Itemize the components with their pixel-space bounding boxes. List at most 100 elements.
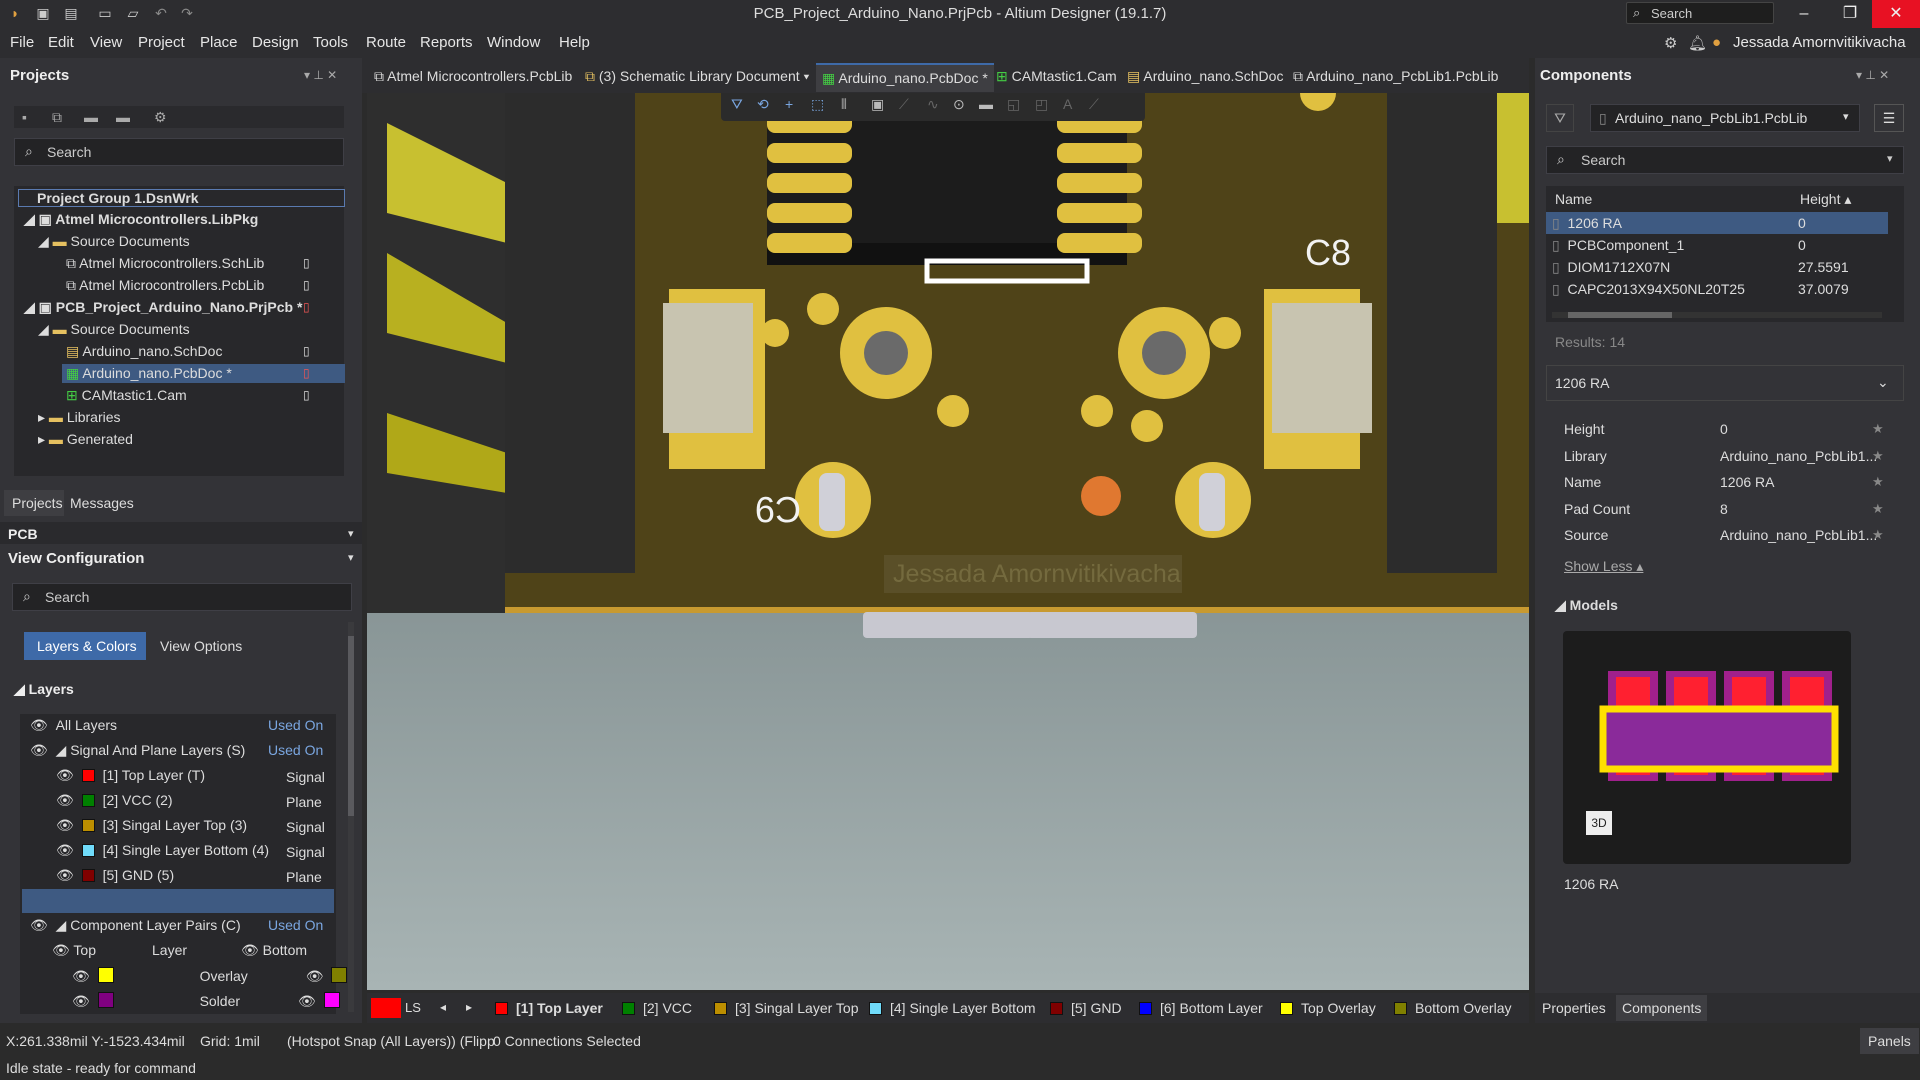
select-icon[interactable]: ⬚: [811, 96, 824, 113]
panel-menu-icon[interactable]: ▾ ⊥ ✕: [304, 68, 337, 82]
panels-button[interactable]: Panels: [1860, 1028, 1919, 1054]
menu-file[interactable]: File: [10, 34, 34, 51]
top-color-swatch[interactable]: [97, 992, 114, 1008]
models-section-header[interactable]: ◢ Models: [1555, 597, 1618, 614]
filter-icon[interactable]: ⛛: [1546, 104, 1574, 132]
settings-gear-icon[interactable]: ⚙: [1664, 34, 1677, 52]
component-pair-row[interactable]: 👁︎ Solder 👁︎: [72, 992, 348, 1010]
tab-view-options[interactable]: View Options: [160, 638, 242, 654]
panel-menu-icon[interactable]: ▾ ⊥ ✕: [1856, 68, 1889, 82]
layer-color-swatch[interactable]: [81, 769, 95, 782]
tree-item-schdoc[interactable]: ▤ Arduino_nano.SchDoc: [66, 343, 222, 360]
polygon-icon[interactable]: ◱: [1007, 96, 1020, 113]
minimize-button[interactable]: –: [1780, 0, 1828, 28]
tab-atmel-pcblib[interactable]: ⧉ Atmel Microcontrollers.PcbLib: [374, 68, 572, 85]
menu-view[interactable]: View: [90, 34, 122, 51]
diff-pair-icon[interactable]: ∿: [927, 96, 939, 113]
align-icon[interactable]: ⫴: [841, 96, 847, 113]
menu-hamburger-icon[interactable]: ☰: [1874, 104, 1904, 132]
scroll-left-icon[interactable]: ◂: [440, 1000, 446, 1014]
tree-item-generated[interactable]: ▸ ▬ Generated: [38, 431, 133, 448]
3d-toggle-badge[interactable]: 3D: [1586, 811, 1612, 835]
tab-camtastic[interactable]: ⊞ CAMtastic1.Cam: [996, 68, 1117, 85]
bottom-color-swatch[interactable]: [331, 967, 348, 983]
route-icon[interactable]: ⟲: [757, 96, 769, 113]
scrollbar-thumb[interactable]: [348, 636, 354, 816]
eye-icon[interactable]: 👁︎: [56, 842, 74, 858]
layer-color-swatch[interactable]: [81, 794, 95, 807]
fill-icon[interactable]: ▬: [979, 96, 993, 112]
tree-item-prjpcb[interactable]: ◢ ▣ PCB_Project_Arduino_Nano.PrjPcb *: [24, 299, 302, 316]
favorite-star-icon[interactable]: ★: [1872, 527, 1884, 543]
user-name[interactable]: Jessada Amornvitikivacha: [1733, 34, 1906, 51]
line-icon[interactable]: ⟋: [1089, 96, 1099, 113]
layer-tab[interactable]: [1] Top Layer: [495, 1000, 603, 1016]
menu-route[interactable]: Route: [366, 34, 406, 51]
bottom-color-swatch[interactable]: [323, 992, 340, 1008]
collapse-chevron-icon[interactable]: ⌄: [1877, 374, 1889, 391]
table-hscrollbar[interactable]: [1552, 312, 1882, 318]
grid-setting[interactable]: Grid: 1mil: [200, 1033, 260, 1049]
filter-icon[interactable]: ⛛: [731, 96, 743, 113]
favorite-star-icon[interactable]: ★: [1872, 448, 1884, 464]
notifications-bell-icon[interactable]: 🔔︎: [1688, 34, 1707, 52]
favorite-star-icon[interactable]: ★: [1872, 501, 1884, 517]
favorite-star-icon[interactable]: ★: [1872, 421, 1884, 437]
layer-tab[interactable]: [6] Bottom Layer: [1139, 1000, 1263, 1016]
pcb-3d-canvas[interactable]: C8 C9 Jessada Amornvitikivacha ⛛ ⟲ + ⬚ ⫴…: [367, 93, 1529, 990]
chevron-down-icon[interactable]: ▾: [348, 527, 354, 540]
top-color-swatch[interactable]: [97, 967, 114, 983]
menu-project[interactable]: Project: [138, 34, 185, 51]
components-search-input[interactable]: ⌕ Search ▾: [1546, 146, 1904, 174]
layer-tab[interactable]: Top Overlay: [1280, 1000, 1376, 1016]
show-less-link[interactable]: Show Less ▴: [1564, 558, 1643, 575]
tree-item-libpkg[interactable]: ◢ ▣ Atmel Microcontrollers.LibPkg: [24, 211, 258, 228]
menu-place[interactable]: Place: [200, 34, 238, 51]
eye-icon[interactable]: 👁︎: [56, 792, 74, 808]
dimension-icon[interactable]: ◰: [1035, 96, 1048, 113]
snap-mode[interactable]: (Hotspot Snap (All Layers)) (Flipp: [287, 1033, 495, 1049]
restore-button[interactable]: ❐: [1826, 0, 1874, 28]
tab-properties[interactable]: Properties: [1542, 1000, 1606, 1016]
project-settings-icon[interactable]: ⚙: [154, 109, 167, 126]
menu-window[interactable]: Window: [487, 34, 540, 51]
eye-icon[interactable]: 👁︎: [56, 817, 74, 833]
tree-item-source-docs-1[interactable]: ◢ ▬ Source Documents: [38, 233, 190, 250]
component-row[interactable]: ▯ 1206 RA: [1552, 215, 1882, 232]
used-on-label[interactable]: Used On: [268, 717, 323, 733]
scrollbar-thumb[interactable]: [1568, 312, 1672, 318]
signal-plane-group-row[interactable]: 👁︎ ◢ Signal And Plane Layers (S): [30, 742, 245, 759]
eye-icon[interactable]: 👁︎: [298, 993, 316, 1009]
eye-icon[interactable]: 👁︎: [72, 968, 90, 984]
layers-scrollbar[interactable]: [348, 622, 354, 1012]
layers-section-header[interactable]: ◢ Layers: [14, 681, 74, 698]
layer-tab[interactable]: [3] Singal Layer Top: [714, 1000, 859, 1016]
eye-icon[interactable]: 👁︎: [72, 993, 90, 1009]
tab-layers-colors[interactable]: Layers & Colors: [24, 632, 146, 660]
tab-schematic-library[interactable]: ⧉ (3) Schematic Library Document ▾: [585, 68, 809, 85]
user-avatar[interactable]: ●: [1712, 34, 1721, 51]
component-pair-row[interactable]: 👁︎ Overlay 👁︎: [72, 967, 355, 985]
compile-icon[interactable]: ⧉: [52, 109, 62, 126]
projects-search-input[interactable]: ⌕ Search: [14, 138, 344, 166]
layer-tab[interactable]: [5] GND: [1050, 1000, 1122, 1016]
layer-color-swatch[interactable]: [81, 819, 95, 832]
used-on-label[interactable]: Used On: [268, 742, 323, 758]
component-row[interactable]: ▯ PCBComponent_1: [1552, 237, 1882, 254]
favorite-star-icon[interactable]: ★: [1872, 474, 1884, 490]
folder-add-icon[interactable]: ▬: [116, 109, 130, 125]
layer-color-swatch[interactable]: [81, 869, 95, 882]
menu-reports[interactable]: Reports: [420, 34, 473, 51]
all-layers-row[interactable]: 👁︎ All Layers: [30, 717, 117, 734]
tree-item-libraries[interactable]: ▸ ▬ Libraries: [38, 409, 121, 426]
layer-row[interactable]: 👁︎ [4] Single Layer Bottom (4): [56, 842, 269, 859]
add-icon[interactable]: +: [785, 96, 793, 112]
model-preview[interactable]: 3D: [1563, 631, 1851, 864]
tab-components[interactable]: Components: [1616, 995, 1708, 1021]
eye-icon[interactable]: 👁︎: [306, 968, 324, 984]
layer-color-swatch[interactable]: [81, 844, 95, 857]
tree-item-schlib[interactable]: ⧉ Atmel Microcontrollers.SchLib: [66, 255, 264, 272]
component-details-header[interactable]: 1206 RA ⌄: [1546, 365, 1904, 401]
via-icon[interactable]: ⊙: [953, 96, 965, 113]
tree-item-project-group[interactable]: Project Group 1.DsnWrk: [18, 189, 345, 207]
